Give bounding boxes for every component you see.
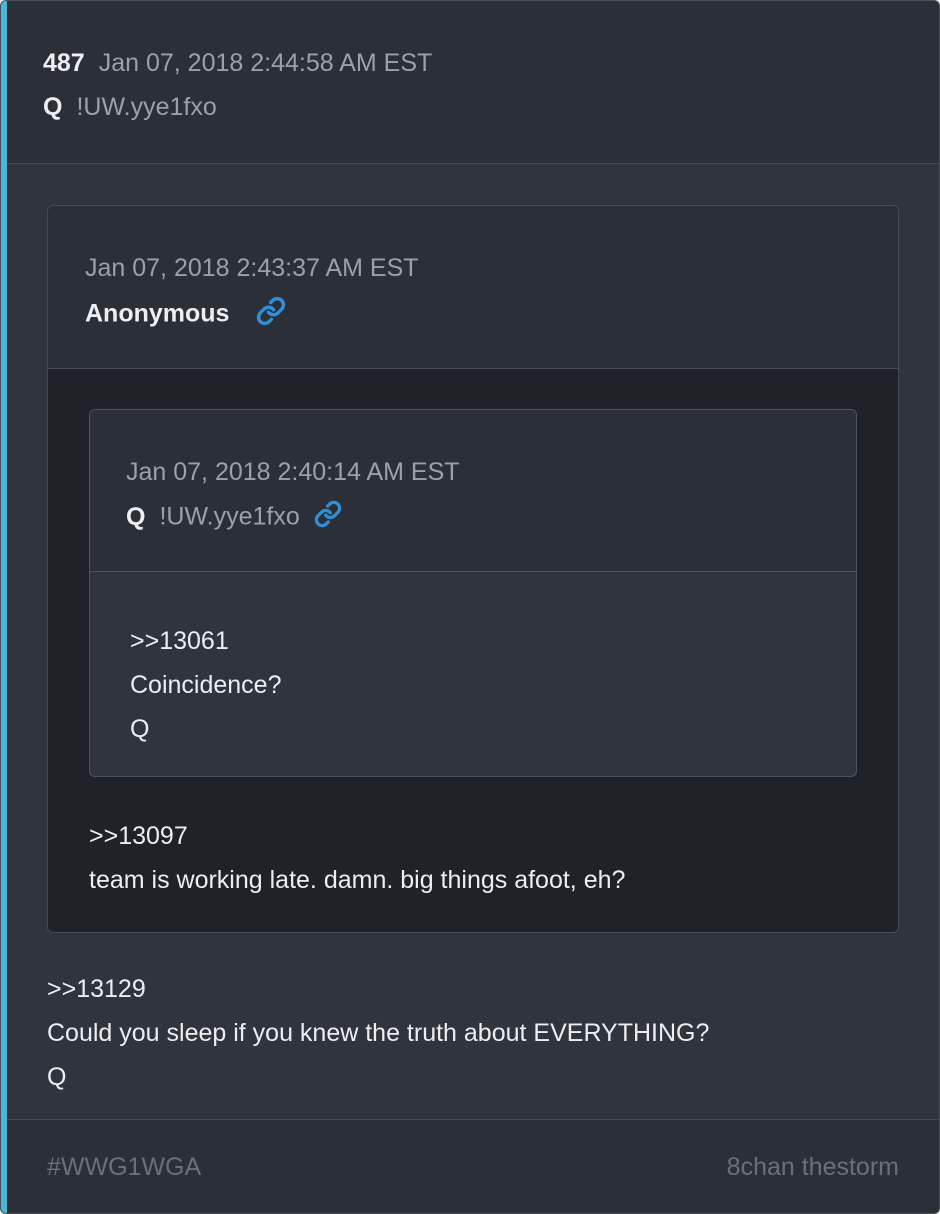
- post-number: 487: [43, 49, 85, 77]
- quoted-post-timestamp: Jan 07, 2018 2:43:37 AM EST: [85, 254, 419, 282]
- quoted-post-body: >>13097 team is working late. damn. big …: [89, 814, 625, 902]
- reply-reference-link[interactable]: >>13097: [89, 814, 625, 858]
- message-line: Could you sleep if you knew the truth ab…: [47, 1019, 710, 1047]
- post-author: Q !UW.yye1fxo: [43, 91, 217, 123]
- reply-reference-link[interactable]: >>13129: [47, 967, 709, 1011]
- message-line: team is working late. damn. big things a…: [89, 866, 626, 894]
- post-card: 487 Jan 07, 2018 2:44:58 AM EST Q !UW.yye1…: [0, 0, 940, 1214]
- author-tripcode: !UW.yye1fxo: [76, 93, 217, 121]
- message-signature: Q: [47, 1063, 67, 1091]
- reply-reference-link[interactable]: >>13061: [130, 619, 282, 663]
- inner-quote-author: Q !UW.yye1fxo: [126, 500, 342, 536]
- quoted-author-name: Anonymous: [85, 299, 230, 328]
- author-name: Q: [43, 93, 63, 121]
- post-header: 487 Jan 07, 2018 2:44:58 AM EST Q !UW.yye1…: [7, 1, 939, 164]
- post-timestamp: Jan 07, 2018 2:44:58 AM EST: [98, 49, 433, 77]
- post-source: 8chan thestorm: [726, 1153, 899, 1181]
- link-icon[interactable]: [256, 296, 286, 334]
- inner-author-name: Q: [126, 502, 146, 531]
- inner-author-tripcode: !UW.yye1fxo: [159, 502, 300, 531]
- post-footer: #WWG1WGA 8chan thestorm: [7, 1119, 939, 1213]
- inner-quote-header: Jan 07, 2018 2:40:14 AM EST Q !UW.yye1fxo: [90, 410, 856, 572]
- post-body: >>13129 Could you sleep if you knew the …: [47, 967, 709, 1099]
- quoted-post-header: Jan 07, 2018 2:43:37 AM EST Anonymous: [48, 206, 898, 369]
- quoted-post-q: Jan 07, 2018 2:40:14 AM EST Q !UW.yye1fxo…: [89, 409, 857, 777]
- quoted-post-anonymous: Jan 07, 2018 2:43:37 AM EST Anonymous Ja…: [47, 205, 899, 933]
- hashtag: #WWG1WGA: [47, 1153, 202, 1181]
- inner-quote-timestamp: Jan 07, 2018 2:40:14 AM EST: [126, 458, 460, 486]
- post-meta: 487 Jan 07, 2018 2:44:58 AM EST: [43, 47, 432, 79]
- link-icon[interactable]: [314, 500, 342, 536]
- message-signature: Q: [130, 715, 150, 743]
- quoted-post-author: Anonymous: [85, 296, 286, 334]
- accent-bar: [1, 1, 7, 1213]
- inner-quote-body: >>13061 Coincidence? Q: [130, 619, 282, 751]
- message-line: Coincidence?: [130, 671, 282, 699]
